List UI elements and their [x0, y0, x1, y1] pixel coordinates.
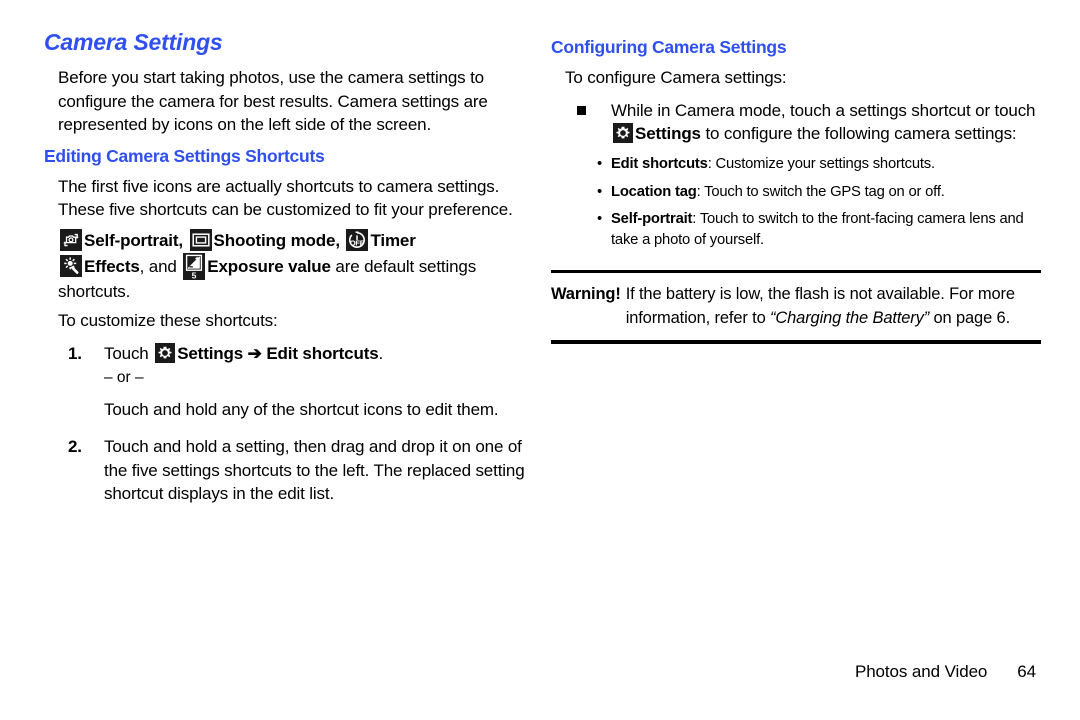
step-1-or: – or – [104, 369, 144, 387]
settings-gear-icon [155, 342, 176, 363]
square-bullet-marker [577, 105, 586, 115]
settings-gear-icon [613, 123, 633, 144]
exposure-value-icon: 5 [183, 252, 206, 280]
step-1-bold-2: Edit shortcuts [266, 343, 379, 363]
page-title: Camera Settings [44, 29, 223, 55]
default-shortcuts-line: Self-portrait, Shooting mode, OFF Timer [58, 229, 534, 303]
sub-bullet-desc-2: Touch to switch the GPS tag on or off. [704, 183, 945, 200]
section-heading-editing-shortcuts: Editing Camera Settings Shortcuts [44, 146, 325, 167]
bullet-dot-icon: • [597, 183, 602, 200]
numbered-step-2: 2. Touch and hold a setting, then drag a… [58, 435, 534, 505]
bullet-pre: While in Camera mode, touch a settings s… [611, 100, 1036, 120]
warning-text: If the battery is low, the flash is not … [626, 282, 1041, 330]
bullet-dot-icon: • [597, 156, 602, 173]
svg-text:5: 5 [192, 270, 197, 279]
left-column: Camera Settings Before you start taking … [44, 30, 534, 506]
bullet-post: to configure the following camera settin… [700, 124, 1017, 144]
warning-content: Warning! If the battery is low, the flas… [551, 273, 1041, 340]
sep-2: , [335, 231, 345, 251]
sub-bullet-sep-1: : [707, 156, 716, 173]
sep-4: , and [139, 256, 182, 276]
warning-reference: “Charging the Battery” [770, 309, 930, 328]
sub-bullet-sep-3: : [692, 211, 700, 228]
warning-box: Warning! If the battery is low, the flas… [551, 270, 1041, 345]
document-page: Camera Settings Before you start taking … [0, 0, 1080, 720]
section-heading-configuring: Configuring Camera Settings [551, 37, 787, 57]
arrow-icon: ➔ [247, 343, 262, 363]
warning-rule-bottom [551, 340, 1041, 345]
customize-lead: To customize these shortcuts: [58, 311, 278, 331]
sub-bullet-term-3: Self-portrait [611, 211, 693, 228]
self-portrait-icon [60, 229, 82, 252]
default-shortcut-label-4: Effects [84, 256, 140, 276]
step-1-alternative: Touch and hold any of the shortcut icons… [104, 400, 499, 420]
configure-lead: To configure Camera settings: [565, 68, 787, 88]
square-bullet-item: While in Camera mode, touch a settings s… [565, 99, 1041, 146]
shooting-mode-icon [189, 229, 212, 252]
step-2-text: Touch and hold a setting, then drag and … [104, 437, 525, 504]
effects-icon [60, 254, 82, 277]
default-shortcut-label-2: Shooting mode [213, 231, 336, 251]
page-footer: Photos and Video 64 [855, 662, 1036, 682]
timer-icon: OFF [346, 229, 369, 252]
sub-bullet-location-tag: • Location tag: Touch to switch the GPS … [597, 182, 1041, 203]
footer-page-number: 64 [1017, 662, 1036, 681]
sub-bullet-term-2: Location tag [611, 183, 697, 200]
numbered-step-1: 1. Touch Settings ➔ Edit shortcuts. [58, 342, 534, 365]
sub-bullet-sep-2: : [696, 183, 705, 200]
step-2-number: 2. [68, 437, 82, 457]
bullet-bold: Settings [635, 124, 701, 144]
default-shortcut-label-5: Exposure value [207, 256, 331, 276]
svg-text:OFF: OFF [350, 239, 365, 248]
sub-bullet-self-portrait: • Self-portrait: Touch to switch to the … [597, 209, 1041, 250]
sub-bullet-term-1: Edit shortcuts [611, 156, 708, 173]
right-column: Configuring Camera Settings To configure… [551, 37, 1041, 345]
shortcuts-paragraph: The first five icons are actually shortc… [58, 176, 513, 220]
step-1-number: 1. [68, 343, 82, 363]
default-shortcut-label-3: Timer [370, 231, 416, 251]
step-1-pre: Touch [104, 343, 154, 363]
warning-label: Warning! [551, 285, 621, 304]
sub-bullet-desc-1: Customize your settings shortcuts. [715, 156, 936, 173]
step-1-post: . [378, 343, 384, 363]
footer-section-label: Photos and Video [854, 662, 988, 681]
warning-text-part-2: on page 6. [929, 309, 1011, 328]
default-shortcut-label-1: Self-portrait [84, 231, 179, 251]
intro-paragraph: Before you start taking photos, use the … [58, 68, 488, 134]
step-1-bold-1: Settings [177, 343, 244, 363]
sub-bullet-edit-shortcuts: • Edit shortcuts: Customize your setting… [597, 154, 1041, 175]
sep-1: , [178, 231, 188, 251]
bullet-dot-icon: • [597, 211, 602, 228]
